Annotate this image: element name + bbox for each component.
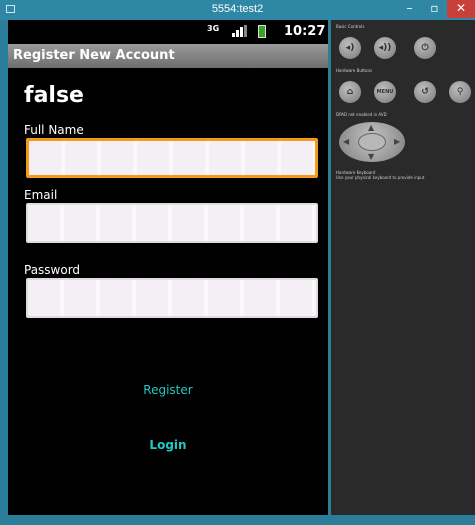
dpad-left-icon[interactable]: ◀ (343, 137, 349, 146)
home-icon: ⌂ (346, 87, 354, 97)
window-controls: – ▫ ✕ (397, 0, 475, 20)
window-titlebar: 5554:test2 – ▫ ✕ (0, 0, 475, 20)
minimize-button[interactable]: – (397, 0, 422, 18)
register-form: false Full Name Email Password Register … (8, 68, 328, 515)
search-icon: ⚲ (456, 87, 464, 97)
login-button[interactable]: Login (8, 438, 328, 452)
dpad-control[interactable]: ▲ ▼ ◀ ▶ (339, 122, 405, 162)
result-text: false (24, 83, 84, 108)
dpad-title: DPAD not enabled in AVD (336, 112, 387, 117)
register-button[interactable]: Register (8, 383, 328, 397)
email-input[interactable] (26, 203, 318, 243)
search-button[interactable]: ⚲ (449, 81, 471, 103)
volume-up-icon: ◂)) (378, 43, 392, 53)
clock: 10:27 (284, 24, 326, 39)
dpad-right-icon[interactable]: ▶ (394, 137, 400, 146)
password-input[interactable] (26, 278, 318, 318)
close-button[interactable]: ✕ (447, 0, 475, 18)
dpad-down-icon[interactable]: ▼ (368, 152, 374, 161)
back-icon: ↺ (421, 87, 429, 97)
device-screen: 3G 10:27 Register New Account false Full… (8, 20, 328, 515)
signal-icon (232, 25, 247, 37)
email-label: Email (24, 188, 58, 202)
emulator-control-panel: Basic Controls ◂) ◂)) ⏻ Hardware Buttons… (331, 20, 475, 515)
network-type-icon: 3G (207, 24, 220, 33)
volume-up-button[interactable]: ◂)) (374, 37, 396, 59)
password-label: Password (24, 263, 81, 277)
battery-icon (258, 25, 266, 38)
full-name-label: Full Name (24, 123, 84, 137)
power-icon: ⏻ (421, 43, 429, 53)
hardware-keyboard-note: Hardware Keyboard Use your physical keyb… (336, 170, 474, 180)
back-button[interactable]: ↺ (414, 81, 436, 103)
status-bar: 3G 10:27 (8, 20, 328, 44)
app-title: Register New Account (13, 48, 175, 63)
restore-button[interactable]: ▫ (422, 0, 447, 18)
menu-button[interactable]: MENU (374, 81, 396, 103)
dpad-up-icon[interactable]: ▲ (368, 123, 374, 132)
keyboard-note-text: Use your physical keyboard to provide in… (336, 175, 425, 180)
home-button[interactable]: ⌂ (339, 81, 361, 103)
app-title-bar: Register New Account (8, 44, 328, 68)
power-button[interactable]: ⏻ (414, 37, 436, 59)
hardware-buttons-title: Hardware Buttons (336, 68, 373, 73)
basic-controls-title: Basic Controls (336, 24, 365, 29)
volume-down-button[interactable]: ◂) (339, 37, 361, 59)
full-name-input[interactable] (26, 138, 318, 178)
dpad-center-button[interactable] (358, 133, 386, 151)
volume-down-icon: ◂) (345, 43, 355, 53)
